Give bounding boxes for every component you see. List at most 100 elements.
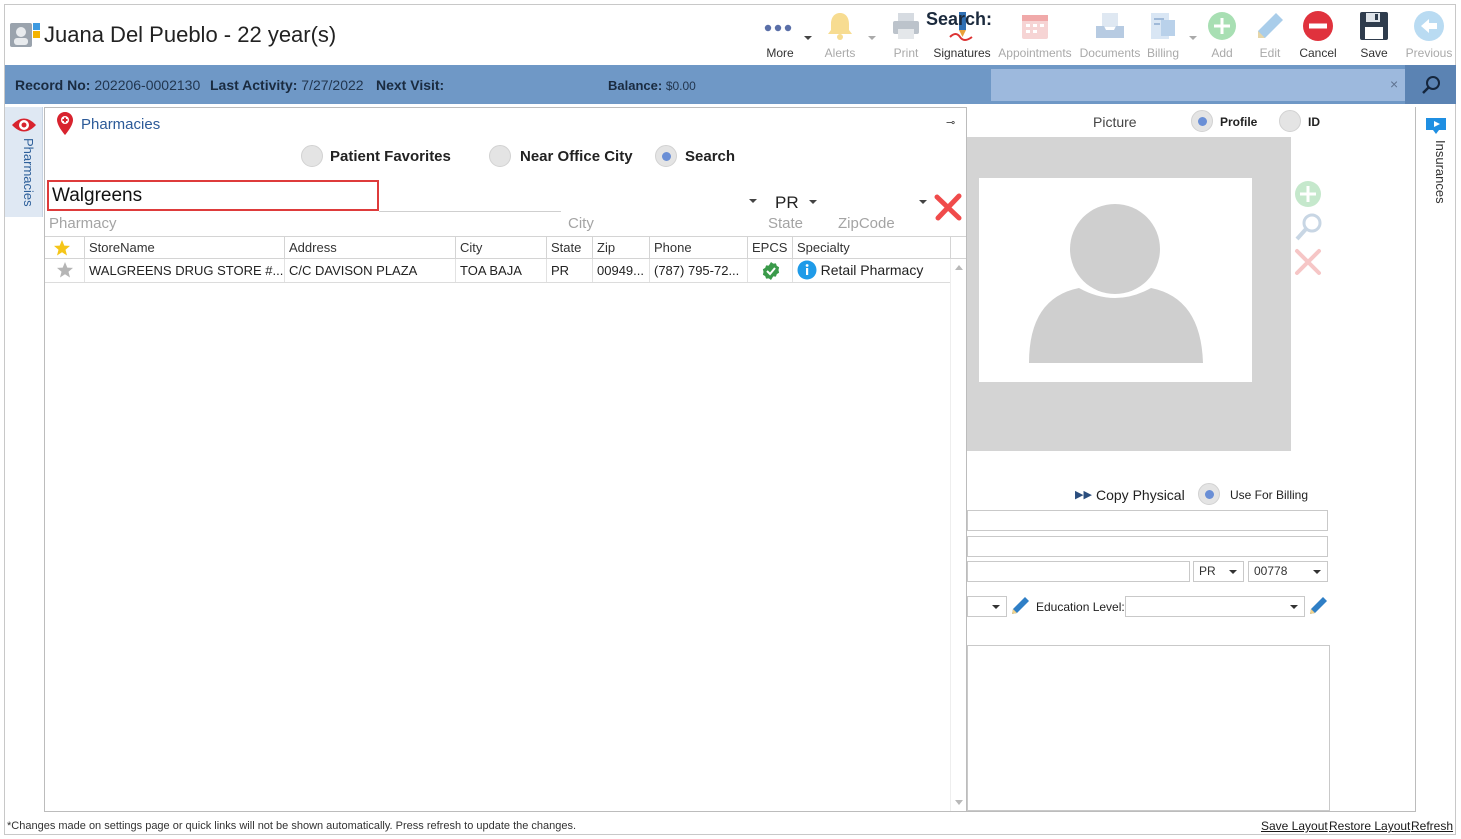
pharmacies-grid-header: StoreName Address City State Zip Phone E… [45,236,966,259]
state-column-header[interactable]: State [547,237,593,259]
epcs-column-header[interactable]: EPCS [748,237,793,259]
scroll-up-arrow[interactable] [955,265,963,270]
state-select[interactable]: PR [775,193,799,213]
cancel-circle-icon [1302,10,1334,42]
zip-column-header[interactable]: Zip [593,237,650,259]
billing-icon [1147,10,1179,42]
city-address-input[interactable] [967,561,1190,582]
city-cell: TOA BAJA [456,259,547,282]
zipcode-select[interactable] [838,190,930,214]
alerts-dropdown-caret[interactable] [868,36,876,40]
favorite-cell[interactable] [45,259,85,282]
storename-column-header[interactable]: StoreName [85,237,285,259]
magnifier-icon [1422,76,1440,94]
pharmacies-title: Pharmacies [81,116,161,133]
state-dropdown-caret[interactable] [809,200,817,204]
chevron-down-icon [992,605,1000,609]
restore-layout-link[interactable]: Restore Layout [1329,819,1410,833]
copy-physical-link[interactable]: Copy Physical [1096,487,1185,503]
city-input[interactable] [568,185,760,211]
refresh-link[interactable]: Refresh [1411,819,1453,833]
printer-icon [890,10,922,42]
city-column-header[interactable]: City [456,237,547,259]
phone-column-header[interactable]: Phone [650,237,748,259]
star-outline-icon[interactable] [56,261,74,279]
pharmacy-name-field-highlight [47,180,379,211]
address-state-select[interactable]: PR [1193,561,1244,582]
near-office-city-label[interactable]: Near Office City [520,148,633,165]
footer-note: *Changes made on settings page or quick … [7,820,577,832]
patient-favorites-radio[interactable] [301,145,323,167]
search-clear-icon[interactable]: × [1390,76,1398,92]
search-mode-label[interactable]: Search [685,148,735,165]
notes-textarea[interactable] [967,645,1330,811]
clear-search-x-icon[interactable] [933,191,965,223]
save-layout-link[interactable]: Save Layout [1261,819,1328,833]
epcs-cell [748,259,793,282]
bell-icon [824,10,856,42]
address-column-header[interactable]: Address [285,237,456,259]
zipcode-caption: ZipCode [838,215,895,232]
profile-picture-radio[interactable] [1191,110,1213,132]
search-button[interactable] [1405,65,1456,104]
zipcode-dropdown-caret[interactable] [919,200,927,204]
previous-button[interactable]: Previous [1399,6,1459,62]
patient-title: Juana Del Pueblo - 22 year(s) [44,22,337,47]
phone-cell: (787) 795-72... [650,259,748,282]
use-for-billing-label[interactable]: Use For Billing [1230,488,1308,502]
info-icon[interactable] [797,260,817,280]
last-activity-value: 7/27/2022 [301,77,364,93]
favorite-column-header[interactable] [45,237,85,259]
address-zip-select[interactable]: 00778 [1248,561,1328,582]
pharmacy-field-underline [379,211,561,212]
patient-search-input[interactable] [991,69,1405,101]
delete-picture-icon[interactable] [1293,247,1323,277]
education-level-select[interactable] [1125,596,1305,617]
profile-label[interactable]: Profile [1220,115,1257,129]
insurances-side-tab[interactable]: Insurances [1426,140,1448,204]
add-picture-icon[interactable] [1294,180,1322,208]
picture-label: Picture [1093,114,1137,130]
education-edit-pencil-icon[interactable] [1308,596,1328,616]
insurances-icon [1426,118,1446,134]
double-arrow-icon: ▶▶ [1075,489,1092,501]
scroll-down-arrow[interactable] [955,800,963,805]
balance-label: Balance: [608,78,663,93]
use-for-billing-radio[interactable] [1198,483,1220,505]
state-caption: State [768,215,804,232]
edit-pencil-icon[interactable] [1010,596,1030,616]
id-picture-radio[interactable] [1279,110,1301,132]
near-office-city-radio[interactable] [489,145,511,167]
appointments-button[interactable]: Appointments [998,6,1072,62]
id-label[interactable]: ID [1308,115,1320,129]
documents-tray-icon [1094,10,1126,42]
address-line2-input[interactable] [967,536,1328,557]
person-placeholder-icon [1029,204,1203,363]
pharmacies-side-tab-label[interactable]: Pharmacies [6,138,36,218]
search-mode-radio[interactable] [655,145,677,167]
specialty-cell: Retail Pharmacy [793,259,950,282]
chevron-down-icon [1290,605,1298,609]
pin-panel-icon[interactable]: ⊸ [946,116,955,129]
record-label: Record No: [15,77,91,93]
next-visit-label: Next Visit: [376,77,445,93]
pharmacy-name-input[interactable] [49,182,377,209]
specialty-column-header[interactable]: Specialty [793,237,951,259]
more-dots-icon [764,10,796,42]
education-level-label: Education Level: [1036,600,1125,614]
grid-vertical-scrollbar[interactable] [950,259,966,811]
city-dropdown-caret[interactable] [749,199,757,203]
state-cell: PR [547,259,593,282]
specialty-text: Retail Pharmacy [820,262,924,278]
address-line1-input[interactable] [967,510,1328,531]
table-row[interactable]: WALGREENS DRUG STORE #... C/C DAVISON PL… [45,259,950,283]
pharmacy-caption: Pharmacy [49,215,117,232]
location-pin-icon [57,112,73,135]
alerts-button[interactable]: Alerts [810,6,876,62]
patient-favorites-label[interactable]: Patient Favorites [330,148,451,165]
partial-select[interactable] [967,596,1007,617]
epcs-check-icon [762,262,780,280]
zoom-picture-icon[interactable] [1294,212,1324,242]
chevron-down-icon [1313,570,1321,574]
record-number: 202206-0002130 [94,77,201,93]
